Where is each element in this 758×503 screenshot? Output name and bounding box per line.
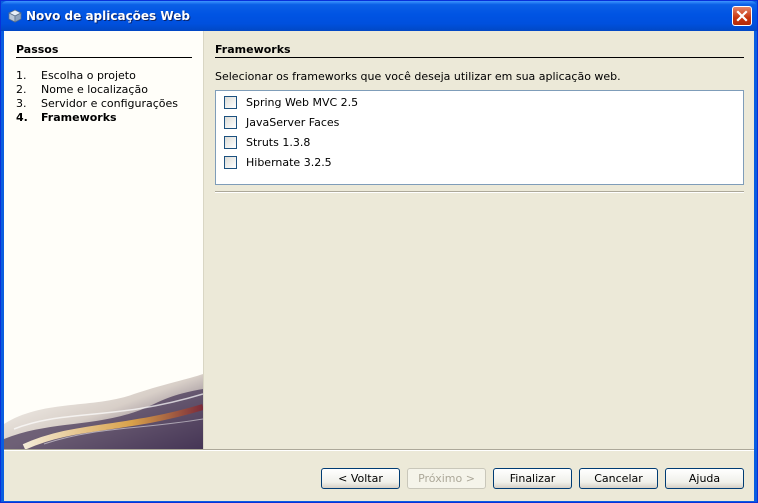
button-bar-divider [4, 449, 754, 451]
jsf-checkbox[interactable] [224, 115, 237, 129]
back-button[interactable]: < Voltar [321, 468, 400, 489]
frameworks-title: Frameworks [215, 43, 291, 56]
step-number: 4. [16, 111, 28, 124]
steps-title: Passos [16, 43, 59, 56]
netbeans-cube-icon [8, 9, 22, 23]
framework-label: JavaServer Faces [246, 115, 340, 129]
steps-divider [16, 57, 192, 58]
decorative-swirl-image [4, 374, 203, 449]
cancel-button[interactable]: Cancelar [579, 468, 658, 489]
title-bar[interactable]: Novo de aplicações Web [1, 1, 757, 31]
help-button[interactable]: Ajuda [665, 468, 744, 489]
step-item: 1. Escolha o projeto [16, 69, 178, 83]
frameworks-title-divider [215, 57, 744, 58]
next-button[interactable]: Próximo > [407, 468, 486, 489]
close-icon [736, 10, 748, 22]
steps-panel: Passos 1. Escolha o projeto 2. Nome e loca… [4, 31, 204, 449]
step-label: Nome e localização [41, 83, 148, 96]
framework-label: Hibernate 3.2.5 [246, 155, 332, 169]
spring-checkbox[interactable] [224, 95, 237, 109]
step-number: 2. [16, 83, 27, 96]
step-number: 1. [16, 69, 27, 82]
frameworks-list[interactable]: Spring Web MVC 2.5 JavaServer Faces Stru… [215, 90, 744, 185]
dialog-window: Novo de aplicações Web Passos 1. Escolha … [0, 0, 758, 503]
step-label: Frameworks [41, 111, 117, 124]
framework-item-struts[interactable]: Struts 1.3.8 [224, 134, 310, 150]
panel-divider [215, 191, 744, 193]
close-button[interactable] [732, 6, 752, 26]
step-item-current: 4. Frameworks [16, 111, 178, 125]
framework-item-spring[interactable]: Spring Web MVC 2.5 [224, 94, 358, 110]
step-number: 3. [16, 97, 27, 110]
framework-item-hibernate[interactable]: Hibernate 3.2.5 [224, 154, 332, 170]
steps-list: 1. Escolha o projeto 2. Nome e localização… [16, 69, 178, 125]
step-item: 3. Servidor e configurações [16, 97, 178, 111]
frameworks-description: Selecionar os frameworks que você deseja… [215, 70, 621, 83]
dialog-content: Passos 1. Escolha o projeto 2. Nome e loca… [4, 31, 754, 501]
step-label: Escolha o projeto [41, 69, 136, 82]
step-item: 2. Nome e localização [16, 83, 178, 97]
finish-button[interactable]: Finalizar [493, 468, 572, 489]
framework-item-jsf[interactable]: JavaServer Faces [224, 114, 339, 130]
struts-checkbox[interactable] [224, 135, 237, 149]
framework-label: Spring Web MVC 2.5 [246, 95, 359, 109]
window-title: Novo de aplicações Web [26, 9, 190, 23]
hibernate-checkbox[interactable] [224, 155, 237, 169]
framework-label: Struts 1.3.8 [246, 135, 311, 149]
step-label: Servidor e configurações [41, 97, 179, 110]
